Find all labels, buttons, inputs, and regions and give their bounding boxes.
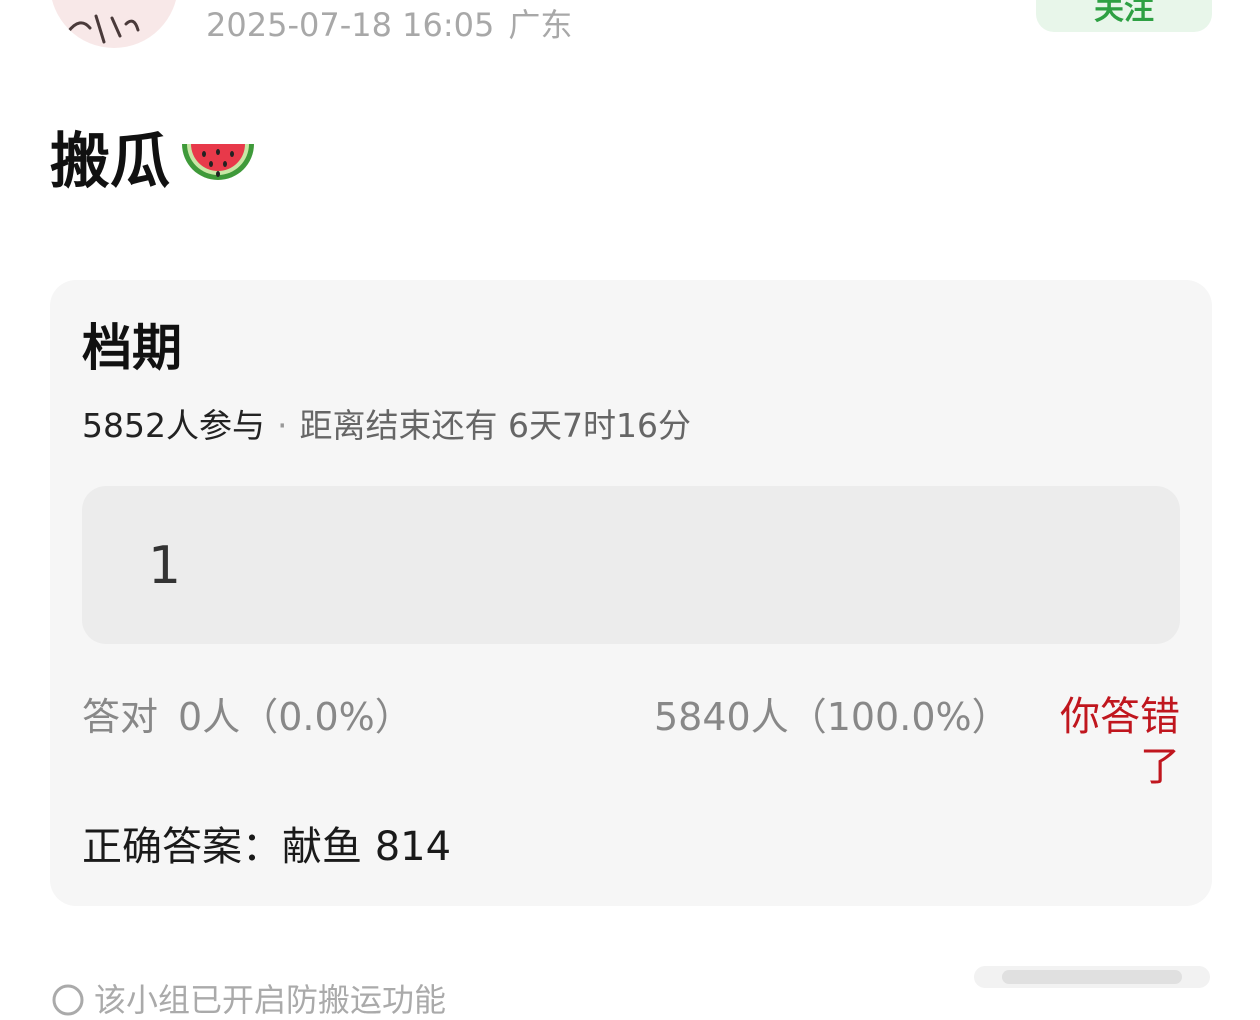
- quiz-card: 档期 5852人参与 · 距离结束还有 6天7时16分 1 答对 0人（0.0%） 5…: [50, 280, 1212, 906]
- separator-dot: ·: [276, 406, 288, 445]
- anti-repost-notice: 该小组已开启防搬运功能: [50, 980, 446, 1020]
- post-meta: 2025-07-18 16:05 广东: [206, 0, 572, 44]
- timestamp: 2025-07-18 16:05: [206, 6, 495, 44]
- watermelon-icon: [182, 144, 254, 180]
- option-value: 1: [148, 536, 182, 596]
- post-title-text: 搬瓜: [50, 127, 170, 197]
- avatar[interactable]: [50, 0, 178, 48]
- remaining-time: 距离结束还有 6天7时16分: [299, 406, 691, 445]
- correct-label: 答对: [82, 695, 159, 739]
- correct-stats: 0人（0.0%）: [178, 695, 413, 739]
- avatar-icon: [66, 14, 140, 44]
- quiz-title: 档期: [82, 319, 182, 377]
- wrong-stats: 5840人（100.0%）: [654, 695, 1010, 739]
- info-icon: [52, 984, 84, 1016]
- post-title: 搬瓜: [50, 122, 258, 202]
- follow-button[interactable]: 关注: [1036, 0, 1212, 32]
- scroll-indicator: [974, 966, 1210, 988]
- result-row: 答对 0人（0.0%） 5840人（100.0%） 你答错了: [82, 692, 1182, 792]
- quiz-stats: 5852人参与 · 距离结束还有 6天7时16分: [82, 406, 691, 446]
- quiz-option[interactable]: 1: [82, 486, 1180, 644]
- correct-answer: 正确答案：献鱼 814: [82, 824, 452, 870]
- notice-text: 该小组已开启防搬运功能: [94, 981, 447, 1019]
- wrong-message: 你答错了: [1060, 694, 1180, 790]
- participants-count: 5852人参与: [82, 406, 265, 445]
- correct-count: 答对 0人（0.0%）: [82, 692, 413, 742]
- location: 广东: [508, 6, 573, 44]
